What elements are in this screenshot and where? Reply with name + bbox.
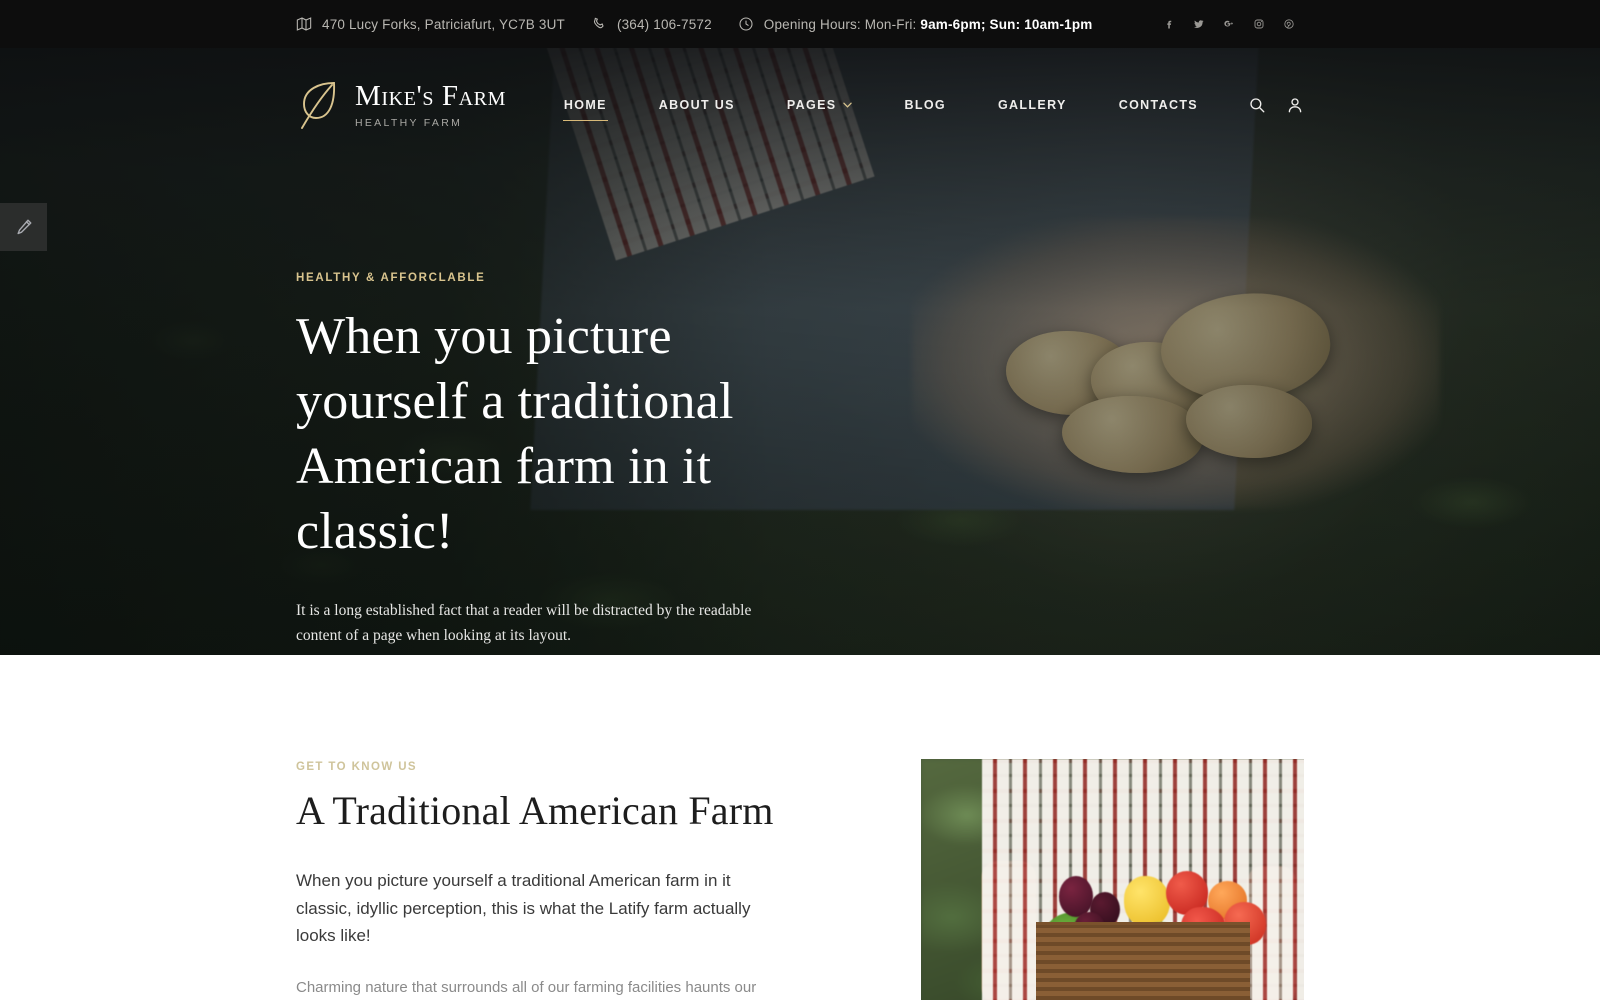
- hero-eyebrow: HEALTHY & AFFORCLABLE: [296, 272, 486, 284]
- about-text-column: GET TO KNOW US A Traditional American Fa…: [296, 759, 816, 1000]
- top-bar-contact-group: 470 Lucy Forks, Patriciafurt, YC7B 3UT (…: [296, 16, 1154, 32]
- nav-label: HOME: [563, 98, 607, 112]
- user-icon[interactable]: [1286, 96, 1304, 114]
- hero-section: Mike's Farm Healthy Farm HOME ABOUT US P…: [0, 48, 1600, 655]
- social-links: [1154, 9, 1304, 39]
- nav-label: PAGES: [786, 98, 837, 112]
- hours-label: Opening Hours: Mon-Fri:: [763, 16, 917, 32]
- edit-tab-button[interactable]: [0, 203, 47, 251]
- header-tools: [1248, 96, 1304, 114]
- pinterest-icon[interactable]: [1274, 9, 1304, 39]
- nav-item-contacts[interactable]: CONTACTS: [1119, 90, 1198, 120]
- logo[interactable]: Mike's Farm Healthy Farm: [296, 79, 506, 131]
- brand-name: Mike's Farm: [355, 80, 506, 113]
- about-image-column: [921, 759, 1304, 1000]
- hours-text: Opening Hours: Mon-Fri: 9am-6pm; Sun: 10…: [764, 17, 1093, 32]
- about-section: GET TO KNOW US A Traditional American Fa…: [0, 655, 1600, 1000]
- pencil-icon: [14, 217, 34, 237]
- nav-label: CONTACTS: [1118, 98, 1198, 112]
- nav-item-gallery[interactable]: GALLERY: [998, 90, 1067, 120]
- nav-label: ABOUT US: [658, 98, 735, 112]
- hero-content: HEALTHY & AFFORCLABLE When you picture y…: [296, 272, 856, 655]
- map-icon: [296, 16, 312, 32]
- leaf-icon: [296, 79, 342, 131]
- address-text: 470 Lucy Forks, Patriciafurt, YC7B 3UT: [322, 16, 565, 32]
- hero-title: When you picture yourself a traditional …: [296, 308, 734, 560]
- phone-item[interactable]: (364) 106-7572: [591, 16, 712, 32]
- about-lead-paragraph: When you picture yourself a traditional …: [296, 871, 751, 946]
- about-title: A Traditional American Farm: [296, 788, 774, 833]
- twitter-icon[interactable]: [1184, 9, 1214, 39]
- hero-subtitle: It is a long established fact that a rea…: [296, 602, 752, 645]
- chevron-down-icon: [843, 102, 853, 108]
- address-item[interactable]: 470 Lucy Forks, Patriciafurt, YC7B 3UT: [296, 16, 565, 32]
- hours-value: 9am-6pm; Sun: 10am-1pm: [920, 16, 1093, 32]
- nav-item-home[interactable]: HOME: [562, 90, 608, 121]
- search-icon[interactable]: [1248, 96, 1266, 114]
- main-navigation: HOME ABOUT US PAGES BLOG GALLERY CONTACT…: [538, 90, 1304, 121]
- phone-text: (364) 106-7572: [616, 16, 712, 32]
- nav-label: BLOG: [904, 98, 946, 112]
- hours-item: Opening Hours: Mon-Fri: 9am-6pm; Sun: 10…: [738, 16, 1093, 32]
- google-plus-icon[interactable]: [1214, 9, 1244, 39]
- site-header: Mike's Farm Healthy Farm HOME ABOUT US P…: [0, 48, 1600, 162]
- nav-item-about-us[interactable]: ABOUT US: [659, 90, 735, 120]
- nav-item-blog[interactable]: BLOG: [904, 90, 946, 120]
- about-body-paragraph: Charming nature that surrounds all of ou…: [296, 978, 757, 996]
- top-bar: 470 Lucy Forks, Patriciafurt, YC7B 3UT (…: [0, 0, 1600, 48]
- clock-icon: [738, 16, 754, 32]
- nav-item-pages[interactable]: PAGES: [787, 90, 853, 120]
- nav-label: GALLERY: [997, 98, 1067, 112]
- brand-tagline: Healthy Farm: [355, 116, 463, 129]
- about-image: [921, 759, 1304, 1000]
- facebook-icon[interactable]: [1154, 9, 1184, 39]
- phone-icon: [591, 16, 607, 32]
- about-eyebrow: GET TO KNOW US: [296, 761, 417, 773]
- instagram-icon[interactable]: [1244, 9, 1274, 39]
